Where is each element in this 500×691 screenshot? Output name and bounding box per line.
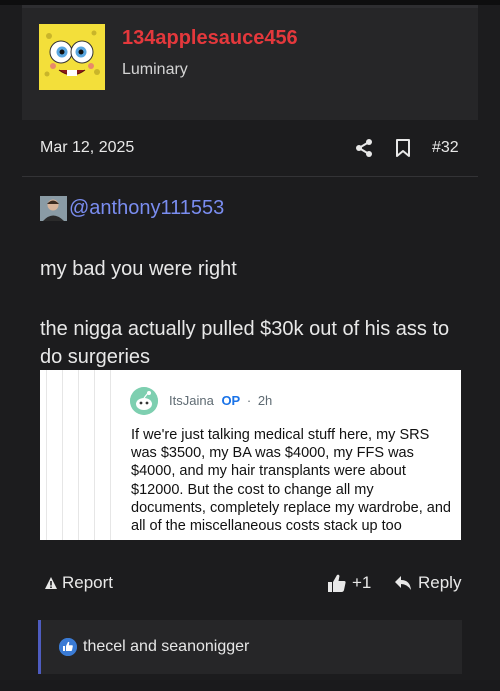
thread-line [78, 370, 79, 540]
separator: · [246, 393, 252, 408]
snoo-icon [130, 387, 158, 415]
report-button[interactable]: Report [44, 573, 113, 593]
op-badge: OP [221, 393, 241, 408]
post-text-line-1: my bad you were right [40, 258, 237, 280]
mention-avatar [40, 196, 67, 221]
thread-line [62, 370, 63, 540]
reactions-bar[interactable]: thecel and seanonigger [38, 620, 462, 674]
post-date[interactable]: Mar 12, 2025 [40, 139, 134, 157]
reaction-users[interactable]: thecel and seanonigger [83, 638, 249, 656]
spongebob-avatar-icon [39, 24, 105, 90]
share-icon[interactable] [354, 138, 374, 158]
thread-line [94, 370, 95, 540]
user-avatar[interactable] [39, 24, 105, 90]
bookmark-icon[interactable] [394, 138, 412, 158]
warning-triangle-icon [45, 577, 57, 589]
thumbs-up-badge-icon [59, 638, 77, 656]
reply-arrow-icon [395, 576, 411, 590]
bottom-bar [0, 680, 500, 691]
report-label: Report [62, 573, 114, 592]
reddit-avatar-icon [130, 387, 158, 415]
user-panel: 134applesauce456 Luminary [22, 8, 478, 120]
comment-time: 2h [257, 393, 273, 408]
reply-button[interactable]: Reply [394, 573, 461, 593]
profile-photo-icon [40, 196, 67, 221]
post-number[interactable]: #32 [432, 139, 459, 157]
post-text-line-2: the nigga actually pulled $30k out of hi… [40, 318, 450, 368]
thread-line [110, 370, 111, 540]
mention-link[interactable]: @anthony111553 [69, 197, 224, 220]
like-reaction-icon [59, 638, 77, 656]
like-count: +1 [352, 573, 372, 592]
header-divider [22, 176, 478, 177]
user-rank: Luminary [122, 61, 188, 78]
comment-author: ItsJaina [169, 393, 214, 408]
thumbs-up-icon [328, 574, 346, 592]
username[interactable]: 134applesauce456 [122, 27, 298, 50]
reply-label: Reply [418, 573, 462, 592]
comment-body: If we're just talking medical stuff here… [131, 427, 451, 535]
comment-header: ItsJaina OP · 2h [169, 393, 272, 408]
like-button[interactable]: +1 [327, 573, 371, 593]
embedded-screenshot[interactable]: ItsJaina OP · 2h If we're just talking m… [40, 370, 461, 540]
thread-line [46, 370, 47, 540]
